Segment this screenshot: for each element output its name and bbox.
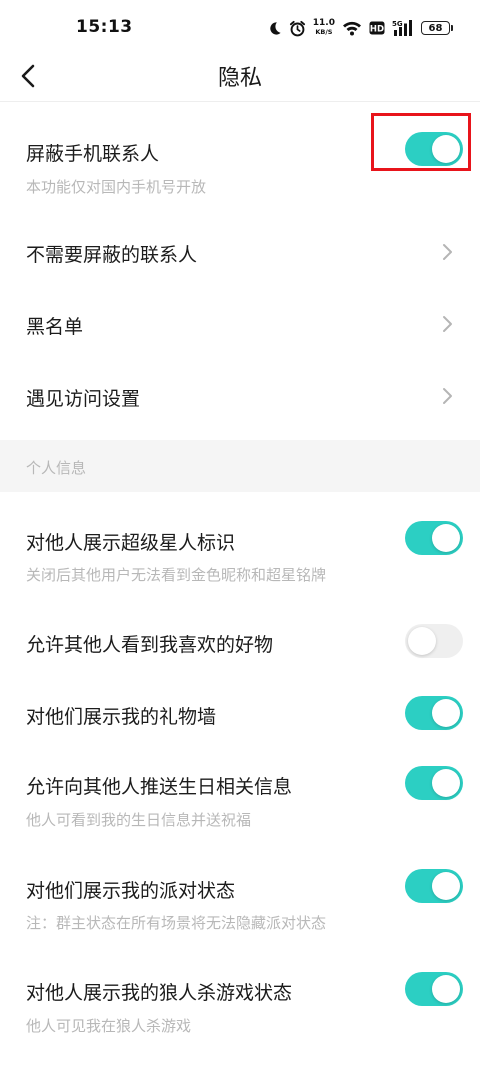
battery-icon: 68	[421, 21, 453, 35]
chevron-right-icon	[443, 388, 452, 404]
toggle-row-label: 允许其他人看到我喜欢的好物	[26, 634, 274, 656]
super-star-toggle[interactable]	[405, 521, 463, 555]
toggle-row-sub: 他人可看到我的生日信息并送祝福	[26, 811, 252, 829]
toggle-row-party-status: 对他们展示我的派对状态 注：群主状态在所有场景将无法隐藏派对状态	[0, 852, 480, 956]
title-bar: 隐私	[0, 54, 480, 100]
toggle-knob	[432, 699, 460, 727]
wifi-icon	[342, 20, 362, 36]
nav-item-unblocked-contacts[interactable]: 不需要屏蔽的联系人	[0, 216, 480, 288]
toggle-row-birthday: 允许向其他人推送生日相关信息 他人可看到我的生日信息并送祝福	[0, 750, 480, 854]
toggle-knob	[408, 627, 436, 655]
werewolf-status-toggle[interactable]	[405, 972, 463, 1006]
moon-icon	[267, 21, 282, 36]
toggle-row-werewolf-status: 对他人展示我的狼人杀游戏状态 他人可见我在狼人杀游戏	[0, 956, 480, 1060]
page-title: 隐私	[217, 66, 262, 91]
highlight-box	[371, 113, 471, 171]
section-title: 个人信息	[26, 459, 87, 477]
block-contacts-sub: 本功能仅对国内手机号开放	[26, 178, 207, 196]
hd-icon: HD	[369, 20, 385, 36]
hd-label: HD	[370, 25, 384, 35]
net-speed-unit: KB/S	[315, 28, 333, 36]
toggle-row-super-star: 对他人展示超级星人标识 关闭后其他用户无法看到金色昵称和超星铭牌	[0, 492, 480, 596]
toggle-row-gift-wall: 对他们展示我的礼物墙	[0, 678, 480, 746]
liked-goods-toggle[interactable]	[405, 624, 463, 658]
block-contacts-label: 屏蔽手机联系人	[26, 143, 160, 165]
party-status-toggle[interactable]	[405, 869, 463, 903]
toggle-row-sub: 他人可见我在狼人杀游戏	[26, 1017, 192, 1035]
chevron-right-icon	[443, 316, 452, 332]
nav-item-label: 黑名单	[26, 316, 84, 338]
signal-label: 5G	[392, 20, 403, 28]
status-bar: 15:13 11.0 KB/S HD 5G 68	[0, 0, 480, 54]
nav-item-meet-visit-settings[interactable]: 遇见访问设置	[0, 360, 480, 432]
toggle-row-label: 对他们展示我的派对状态	[26, 880, 236, 902]
nav-item-label: 遇见访问设置	[26, 388, 141, 410]
toggle-row-sub: 注：群主状态在所有场景将无法隐藏派对状态	[26, 914, 327, 932]
toggle-knob	[432, 975, 460, 1003]
chevron-right-icon	[443, 244, 452, 260]
alarm-icon	[289, 20, 306, 37]
toggle-row-label: 允许向其他人推送生日相关信息	[26, 776, 293, 798]
toggle-row-label: 对他人展示我的狼人杀游戏状态	[26, 982, 293, 1004]
status-time: 15:13	[76, 17, 133, 37]
status-icons: 11.0 KB/S HD 5G 68	[267, 15, 453, 41]
signal-icon: 5G	[392, 19, 414, 37]
toggle-knob	[432, 872, 460, 900]
gift-wall-toggle[interactable]	[405, 696, 463, 730]
toggle-knob	[432, 769, 460, 797]
nav-item-label: 不需要屏蔽的联系人	[26, 244, 198, 266]
toggle-row-label: 对他人展示超级星人标识	[26, 532, 236, 554]
nav-item-blacklist[interactable]: 黑名单	[0, 288, 480, 360]
net-speed: 11.0 KB/S	[313, 19, 335, 37]
toggle-row-liked-goods: 允许其他人看到我喜欢的好物	[0, 606, 480, 674]
toggle-knob	[432, 524, 460, 552]
toggle-row-label: 对他们展示我的礼物墙	[26, 706, 217, 728]
toggle-row-sub: 关闭后其他用户无法看到金色昵称和超星铭牌	[26, 566, 327, 584]
section-header: 个人信息	[0, 440, 480, 492]
battery-level: 68	[428, 22, 443, 34]
birthday-toggle[interactable]	[405, 766, 463, 800]
net-speed-value: 11.0	[312, 18, 335, 28]
